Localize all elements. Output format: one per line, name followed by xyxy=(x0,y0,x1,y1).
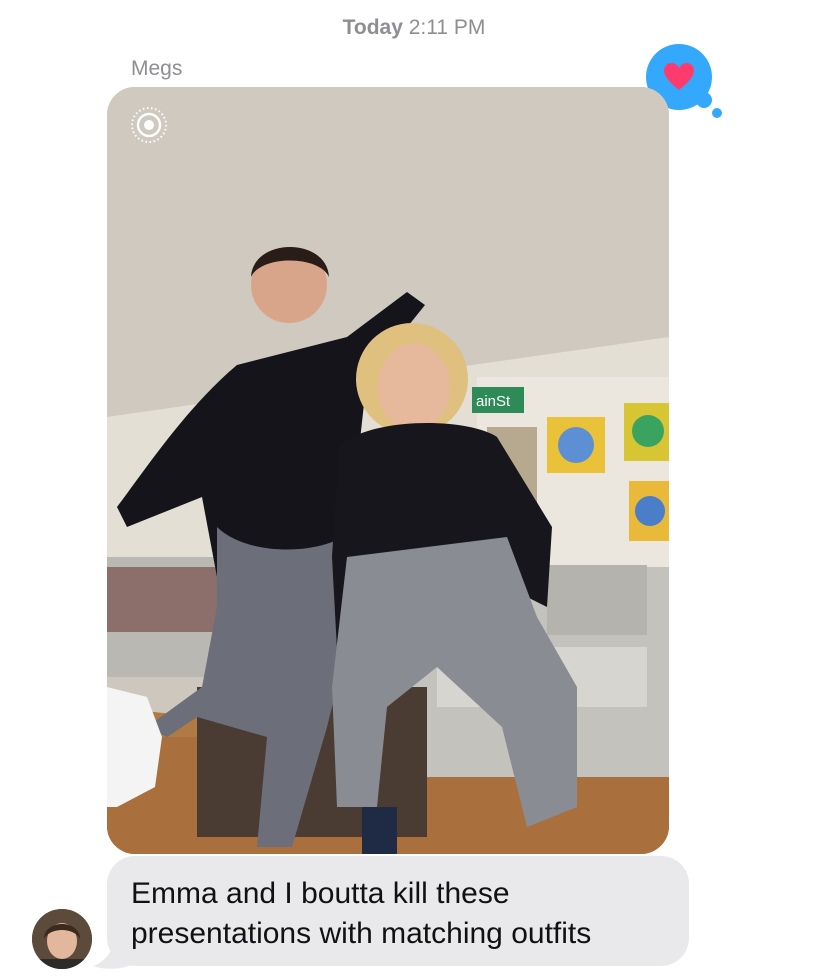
scene-sign-text: ainSt xyxy=(476,393,511,410)
reaction-bubble-dot xyxy=(696,92,712,108)
photo-message[interactable]: ainSt xyxy=(107,87,669,854)
reaction-bubble-dot-small xyxy=(712,108,722,118)
photo-scene: ainSt xyxy=(107,87,669,854)
timestamp-day: Today xyxy=(342,16,403,39)
timestamp-time: 2:11 PM xyxy=(408,16,486,39)
live-photo-icon[interactable] xyxy=(129,105,169,145)
message-line-2: presentations with matching outfits xyxy=(131,917,592,950)
text-message-bubble[interactable]: Emma and I boutta kill these presentatio… xyxy=(107,856,689,966)
avatar[interactable] xyxy=(32,909,92,969)
message-timestamp: Today 2:11 PM xyxy=(0,16,828,40)
avatar-image xyxy=(32,909,92,969)
sender-name: Megs xyxy=(131,57,183,80)
message-line-1: Emma and I boutta kill these xyxy=(131,877,510,910)
